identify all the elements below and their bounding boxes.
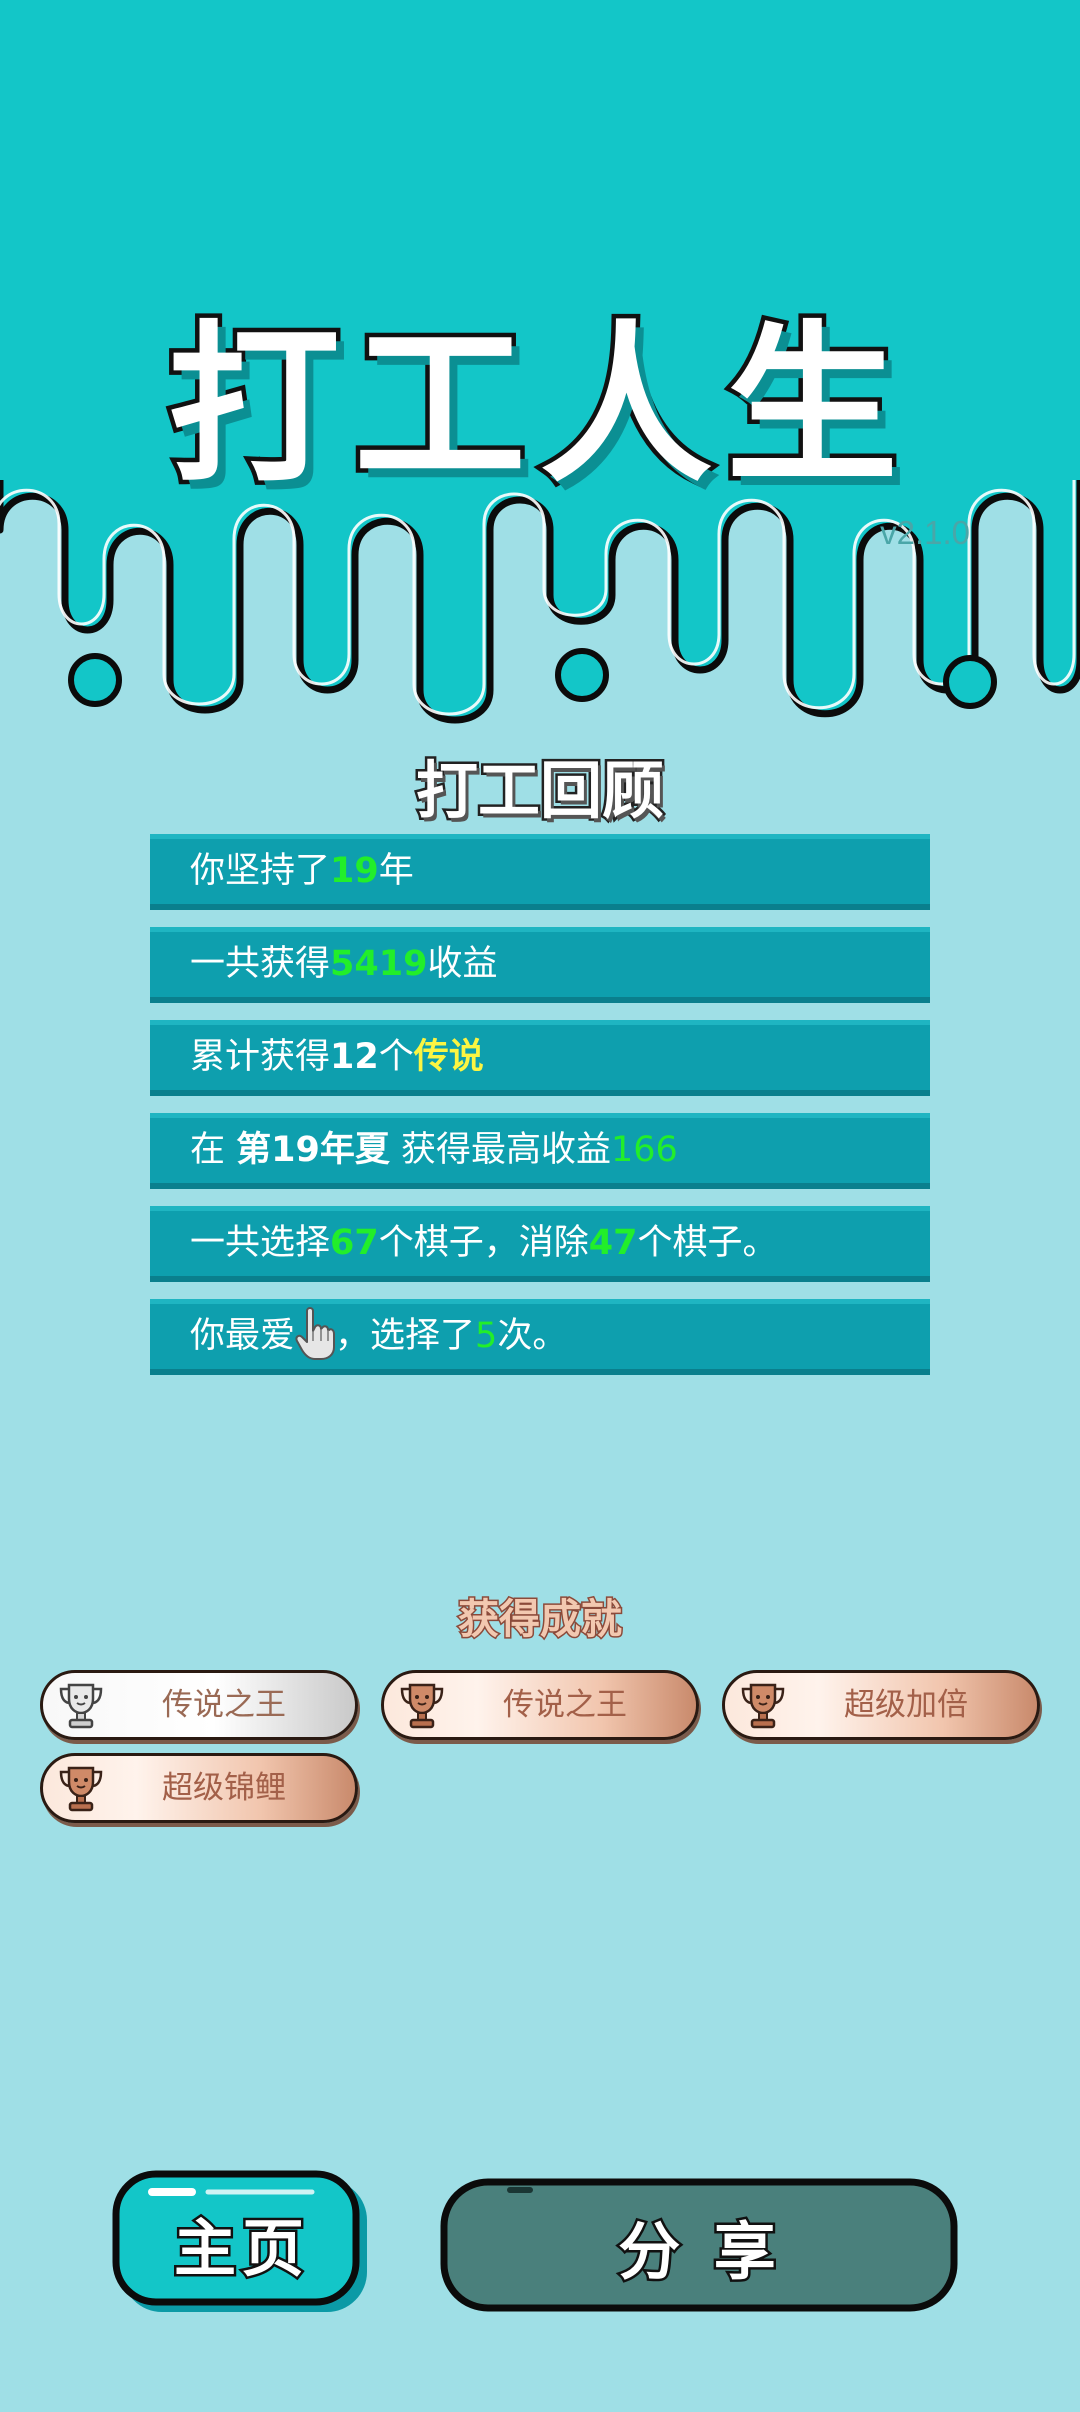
stat-text: 获得最高收益: [389, 1130, 611, 1170]
stat-text: 累计获得: [190, 1037, 331, 1077]
stat-value: 67: [330, 1223, 379, 1263]
version-label: v2.1.0: [880, 514, 970, 551]
stat-text: ，选择了: [335, 1316, 476, 1356]
stat-highlight: 传说: [413, 1037, 484, 1077]
stat-text: 次。: [497, 1316, 568, 1356]
share-button[interactable]: 分 享: [440, 2178, 960, 2314]
trophy-icon: [741, 1683, 785, 1729]
stat-text: 个棋子，消除: [378, 1223, 589, 1263]
achievement-badge[interactable]: 超级加倍: [722, 1670, 1040, 1740]
stat-value: 47: [588, 1223, 638, 1263]
stat-text: 年: [378, 851, 414, 891]
stat-value: 19: [330, 851, 379, 891]
home-button-label: 主页: [171, 2210, 310, 2288]
stat-value: 5419: [330, 944, 428, 984]
pointing-hand-icon: [295, 1307, 336, 1360]
achievement-badge[interactable]: 传说之王: [40, 1670, 358, 1740]
stat-text: 一共获得: [190, 944, 331, 984]
achievement-label: 传说之王: [503, 1687, 627, 1723]
achievement-label: 传说之王: [162, 1687, 286, 1723]
share-button-label: 分 享: [616, 2213, 782, 2291]
stat-text: 你最爱: [190, 1316, 296, 1356]
stat-text: 一共选择: [190, 1223, 331, 1263]
review-stats-list: 你坚持了19年 一共获得5419收益 累计获得12个传说 在 第19年夏 获得最…: [150, 834, 930, 1392]
stat-text: 在: [190, 1130, 237, 1170]
stat-text: 个: [378, 1037, 414, 1077]
achievement-label: 超级锦鲤: [162, 1770, 286, 1806]
stat-row-best-income: 在 第19年夏 获得最高收益166: [150, 1113, 930, 1189]
stat-row-years: 你坚持了19年: [150, 834, 930, 910]
stat-row-income: 一共获得5419收益: [150, 927, 930, 1003]
home-button[interactable]: 主页: [112, 2170, 372, 2316]
achievement-badge[interactable]: 超级锦鲤: [40, 1753, 358, 1823]
trophy-icon: [59, 1683, 103, 1729]
review-title: 打工回顾: [413, 752, 666, 830]
stat-value: 5: [475, 1316, 498, 1356]
stat-row-legend: 累计获得12个传说: [150, 1020, 930, 1096]
game-title: 打工人生: [164, 301, 912, 511]
stat-text: 收益: [427, 944, 498, 984]
achievement-label: 超级加倍: [844, 1687, 968, 1723]
stat-text: 你坚持了: [190, 851, 331, 891]
achievements-title: 获得成就: [457, 1594, 624, 1645]
stat-row-pieces: 一共选择67个棋子，消除47个棋子。: [150, 1206, 930, 1282]
stat-period: 第19年夏: [236, 1130, 390, 1170]
achievement-badge[interactable]: 传说之王: [381, 1670, 699, 1740]
stat-row-favorite: 你最爱 ，选择了5次。: [150, 1299, 930, 1375]
stat-value: 12: [330, 1037, 379, 1077]
trophy-icon: [59, 1766, 103, 1812]
stat-value: 166: [611, 1130, 678, 1170]
trophy-icon: [400, 1683, 444, 1729]
stat-text: 个棋子。: [637, 1223, 778, 1263]
